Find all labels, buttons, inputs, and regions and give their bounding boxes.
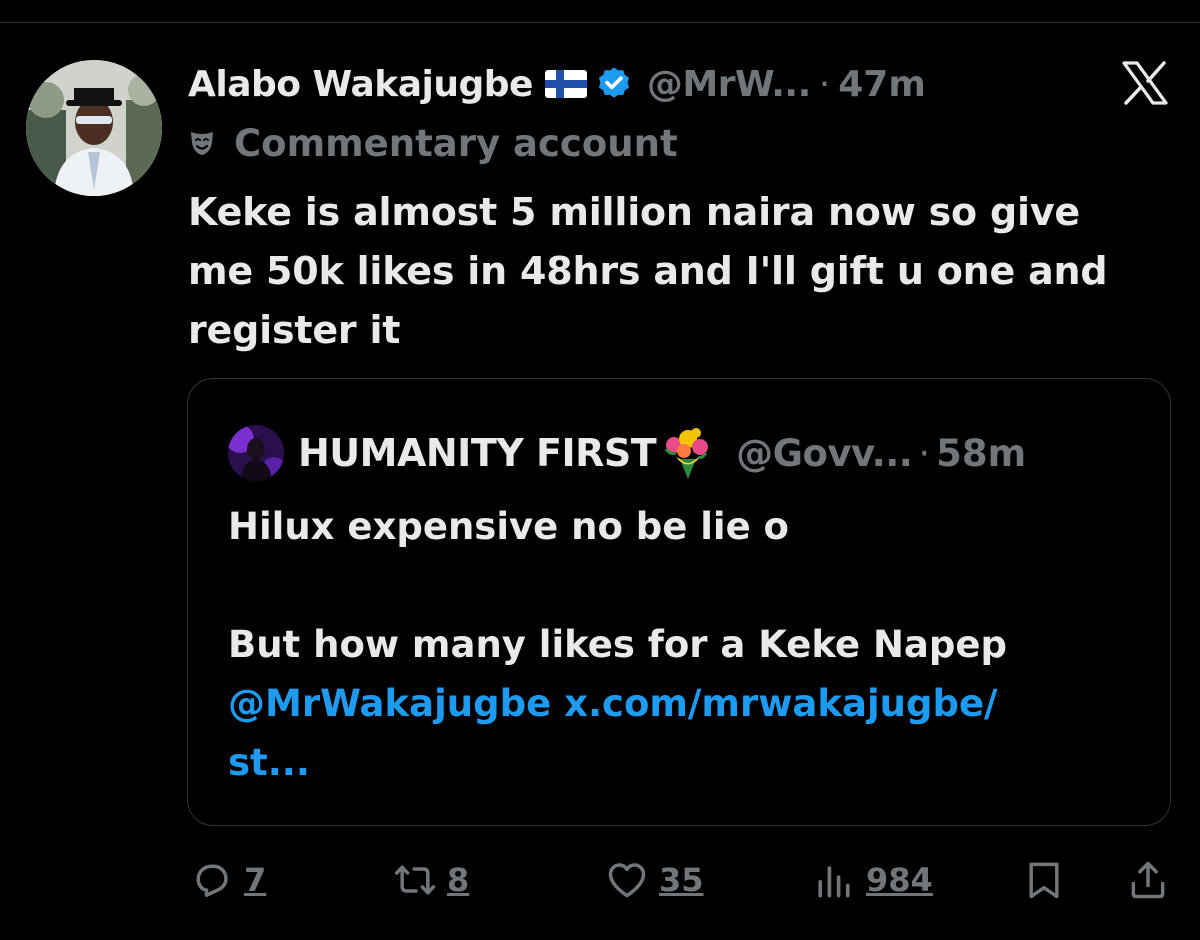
theater-mask-icon	[191, 132, 213, 155]
reply-button[interactable]: 7	[190, 850, 266, 910]
tweet-text-line: me 50k likes in 48hrs and I'll gift u on…	[188, 249, 1108, 293]
repost-count[interactable]: 8	[447, 861, 469, 899]
action-bar: 7 8 35 984	[0, 850, 1200, 910]
repost-button[interactable]: 8	[393, 850, 469, 910]
tweet-text-line: register it	[188, 308, 401, 352]
like-count[interactable]: 35	[659, 861, 704, 899]
author-avatar[interactable]	[26, 60, 162, 196]
quoted-text-line: But how many likes for a Keke Napep	[228, 623, 1007, 666]
views-chart-icon	[818, 866, 850, 898]
tweet-header: Alabo Wakajugbe @MrW... · 47m	[188, 58, 926, 110]
quoted-text-line: Hilux expensive no be lie o	[228, 505, 789, 548]
quoted-text-links: @MrWakajugbe x.com/mrwakajugbe/	[228, 674, 1148, 733]
finland-flag-icon	[544, 70, 587, 98]
author-handle[interactable]: @MrW...	[647, 64, 811, 105]
mention-link[interactable]: @MrWakajugbe	[228, 682, 551, 725]
separator-dot: ·	[918, 431, 931, 475]
quoted-tweet-text: Hilux expensive no be lie o But how many…	[228, 497, 1148, 792]
share-icon	[1131, 861, 1165, 899]
bookmark-button[interactable]	[1022, 850, 1066, 910]
heart-icon	[608, 863, 646, 898]
author-avatar-image	[26, 60, 162, 196]
quoted-tweet-timestamp[interactable]: 58m	[936, 432, 1026, 475]
share-button[interactable]	[1126, 850, 1170, 910]
separator-dot: ·	[818, 63, 831, 105]
author-display-name[interactable]: Alabo Wakajugbe	[188, 64, 533, 105]
tweet-text: Keke is almost 5 million naira now so gi…	[188, 183, 1168, 360]
repost-icon	[394, 865, 436, 895]
top-divider	[0, 22, 1200, 23]
quoted-author-avatar[interactable]	[228, 425, 284, 481]
like-button[interactable]: 35	[605, 850, 704, 910]
quoted-tweet-card[interactable]: HUMANITY FIRST @Govv... · 58m Hilux expe…	[187, 378, 1171, 826]
reply-icon	[196, 864, 228, 897]
url-link[interactable]: x.com/mrwakajugbe/	[564, 682, 997, 725]
quoted-author-handle[interactable]: @Govv...	[736, 432, 913, 475]
account-label[interactable]: Commentary account	[188, 118, 678, 168]
tweet-text-line: Keke is almost 5 million naira now so gi…	[188, 190, 1080, 234]
quoted-author-display-name[interactable]: HUMANITY FIRST	[298, 431, 657, 475]
bouquet-icon	[664, 428, 709, 479]
bookmark-icon	[1029, 862, 1059, 899]
x-logo-icon[interactable]	[1120, 60, 1170, 106]
quoted-tweet-header: HUMANITY FIRST @Govv... · 58m	[228, 425, 1026, 481]
views-button[interactable]: 984	[812, 850, 933, 910]
reply-count[interactable]: 7	[244, 861, 266, 899]
url-link-continuation[interactable]: st...	[228, 733, 1148, 792]
quoted-author-avatar-image	[228, 425, 284, 481]
account-label-text: Commentary account	[234, 121, 678, 165]
tweet-timestamp[interactable]: 47m	[838, 64, 926, 105]
verified-badge-icon[interactable]	[595, 65, 633, 103]
views-count[interactable]: 984	[866, 861, 933, 899]
